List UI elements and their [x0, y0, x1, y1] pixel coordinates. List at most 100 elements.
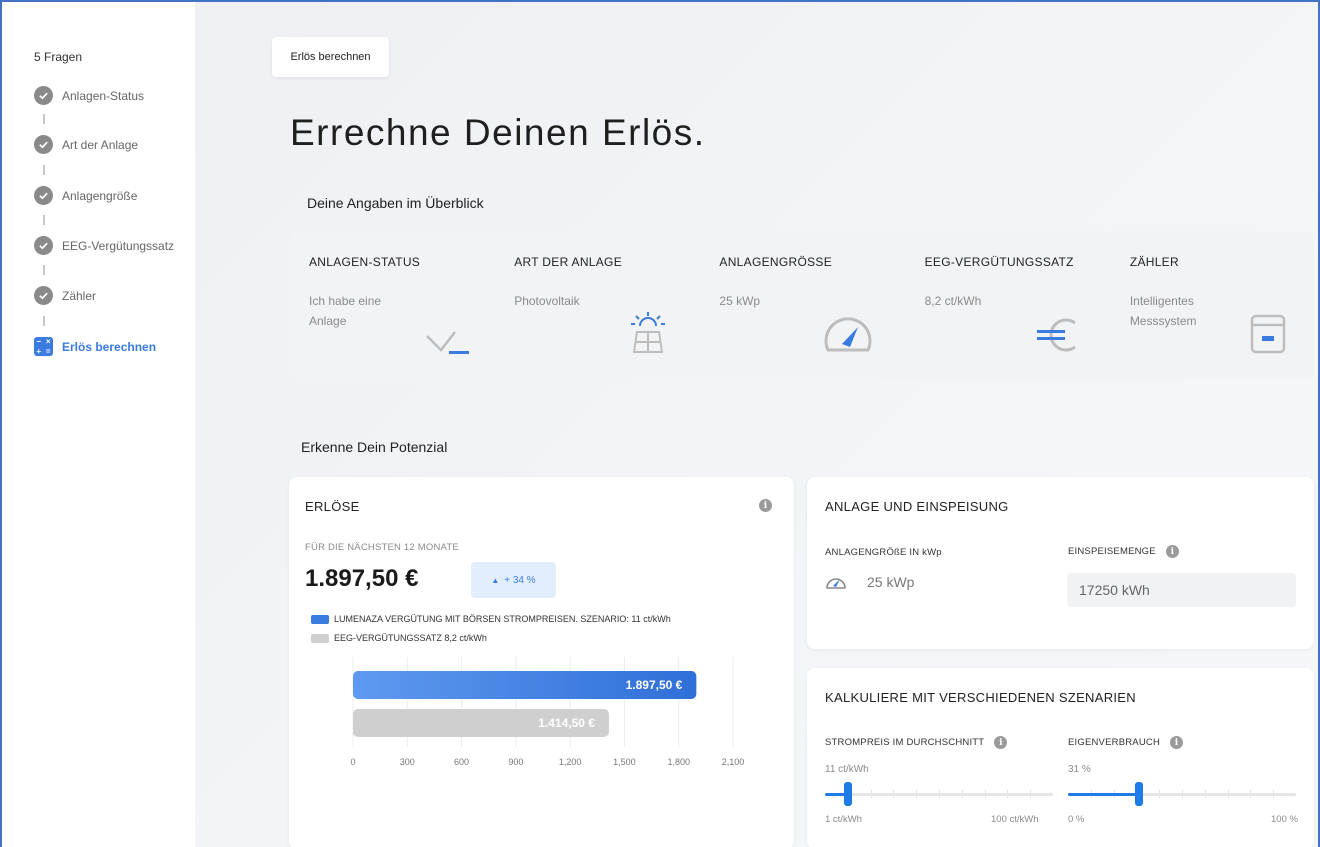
page-title: Errechne Deinen Erlös.	[290, 112, 706, 153]
sidebar-step-label: Erlös berechnen	[62, 339, 157, 354]
scenario-title: KALKULIERE MIT VERSCHIEDENEN SZENARIEN	[825, 690, 1136, 705]
price-label: STROMPREIS IM DURCHSCHNITT	[825, 737, 985, 748]
feed-amount-field[interactable]: 17250 kWh	[1067, 573, 1296, 607]
slider-tick	[1250, 790, 1252, 798]
change-badge: ▲ + 34 %	[471, 562, 556, 598]
check-circle-icon	[34, 86, 53, 105]
sidebar-step-anlagen-status[interactable]: Anlagen-Status	[34, 86, 144, 105]
legend-swatch-blue	[311, 615, 329, 625]
revenue-period: FÜR DIE NÄCHSTEN 12 MONATE	[305, 542, 459, 553]
legend-label: EEG-VERGÜTUNGSSATZ 8,2 ct/kWh	[334, 633, 487, 643]
revenue-chart: 0 300 600 900 1,200 1,500 1,800 2,100 1.897,50 €…	[350, 657, 745, 767]
feed-label-row: EINSPEISEMENGE i	[1068, 545, 1179, 558]
plant-size-label: ANLAGENGRÖßE IN kWp	[825, 547, 942, 558]
step-connector	[43, 316, 45, 326]
x-tick-label: 1,500	[613, 757, 636, 767]
sidebar: 5 Fragen Anlagen-Status Art der Anlage A…	[2, 2, 195, 847]
check-icon	[425, 326, 471, 361]
plant-size-value: 25 kWp	[867, 574, 915, 590]
slider-thumb[interactable]	[1134, 782, 1143, 806]
x-tick-label: 1,200	[559, 757, 582, 767]
slider-fill	[1068, 793, 1139, 796]
feed-label: EINSPEISEMENGE	[1068, 546, 1156, 557]
card-value: 8,2 ct/kWh	[924, 294, 982, 308]
slider-tick	[939, 790, 940, 798]
legend-label: LUMENAZA VERGÜTUNG MIT BÖRSEN STROMPREIS…	[334, 614, 671, 624]
x-tick-label: 2,100	[722, 757, 745, 767]
card-value: Intelligentes Messsystem	[1129, 294, 1197, 328]
consumption-min: 0 %	[1068, 814, 1085, 825]
bar-value-label: 1.897,50 €	[626, 678, 683, 692]
slider-tick	[1007, 790, 1009, 798]
card-label: EEG-VERGÜTUNGSSATZ	[924, 255, 1074, 269]
slider-tick	[916, 790, 918, 798]
arrow-up-icon: ▲	[491, 575, 500, 585]
slider-tick	[1227, 790, 1229, 798]
revenue-panel: ERLÖSE i FÜR DIE NÄCHSTEN 12 MONATE 1.89…	[289, 477, 794, 847]
step-connector	[43, 165, 45, 175]
consumption-label-row: EIGENVERBRAUCH i	[1068, 736, 1184, 749]
sidebar-step-label: Anlagengröße	[62, 188, 138, 203]
legend-item: EEG-VERGÜTUNGSSATZ 8,2 ct/kWh	[311, 633, 487, 644]
info-icon[interactable]: i	[994, 736, 1008, 749]
x-tick-label: 1,800	[667, 757, 690, 767]
sidebar-step-art-der-anlage[interactable]: Art der Anlage	[34, 135, 138, 154]
slider-tick	[893, 790, 895, 798]
plant-size: 25 kWp	[825, 574, 914, 590]
card-value: 25 kWp	[719, 294, 761, 308]
price-max: 100 ct/kWh	[991, 814, 1039, 825]
overview-card-anlagengroesse: ANLAGENGRÖSSE 25 kWp	[699, 231, 904, 379]
potential-title: Erkenne Dein Potenzial	[301, 439, 448, 455]
consumption-slider[interactable]	[1068, 782, 1296, 808]
check-circle-icon	[34, 286, 53, 305]
sidebar-step-zaehler[interactable]: Zähler	[34, 286, 96, 305]
info-icon[interactable]: i	[1170, 736, 1184, 749]
overview-card-art-der-anlage: ART DER ANLAGE Photovoltaik	[494, 231, 699, 379]
info-icon[interactable]: i	[759, 499, 772, 512]
step-connector	[43, 215, 45, 225]
slider-thumb[interactable]	[843, 782, 852, 806]
breadcrumb[interactable]: Erlös berechnen	[272, 37, 389, 77]
sidebar-step-label: Zähler	[62, 288, 97, 303]
overview-cards: ANLAGEN-STATUS Ich habe eine Anlage ART …	[289, 231, 1315, 379]
slider-tick	[984, 790, 986, 798]
change-value: + 34 %	[504, 574, 536, 586]
slider-tick	[1204, 790, 1206, 798]
sidebar-step-anlagengroesse[interactable]: Anlagengröße	[34, 186, 137, 205]
slider-tick	[1159, 790, 1161, 798]
card-label: ART DER ANLAGE	[514, 255, 622, 269]
slider-tick	[870, 790, 872, 798]
info-icon[interactable]: i	[1165, 545, 1179, 558]
step-connector	[43, 114, 45, 124]
overview-card-zaehler: ZÄHLER Intelligentes Messsystem	[1109, 231, 1315, 379]
card-label: ANLAGEN-STATUS	[309, 255, 421, 269]
gauge-icon	[822, 314, 874, 359]
check-circle-icon	[34, 236, 53, 255]
sidebar-step-eeg-verguetungssatz[interactable]: EEG-Vergütungssatz	[34, 236, 174, 255]
main-content: Erlös berechnen Errechne Deinen Erlös. D…	[195, 2, 1318, 847]
slider-tick	[1182, 790, 1183, 798]
meter-icon	[1250, 314, 1286, 359]
scenario-panel: KALKULIERE MIT VERSCHIEDENEN SZENARIEN S…	[807, 668, 1314, 847]
slider-tick	[1030, 790, 1032, 798]
sidebar-step-erloes-berechnen[interactable]: − × + = Erlös berechnen	[34, 337, 156, 356]
x-tick-label: 900	[508, 757, 523, 767]
card-label: ANLAGENGRÖSSE	[719, 255, 833, 269]
sidebar-step-label: Art der Anlage	[62, 137, 139, 152]
x-tick-label: 600	[454, 757, 469, 767]
price-slider[interactable]	[825, 782, 1053, 808]
calculator-icon: − × + =	[34, 337, 53, 356]
consumption-label: EIGENVERBRAUCH	[1068, 737, 1161, 748]
card-value: Ich habe eine Anlage	[309, 294, 382, 328]
question-count: 5 Fragen	[34, 50, 83, 64]
x-tick-label: 300	[400, 757, 415, 767]
euro-icon	[1035, 318, 1079, 357]
gauge-icon	[826, 578, 846, 589]
consumption-max: 100 %	[1271, 814, 1298, 825]
check-circle-icon	[34, 186, 53, 205]
price-min: 1 ct/kWh	[825, 814, 862, 825]
sidebar-step-label: EEG-Vergütungssatz	[62, 238, 175, 253]
solar-panel-icon	[628, 310, 668, 359]
price-value: 11 ct/kWh	[825, 764, 869, 775]
app-frame: 5 Fragen Anlagen-Status Art der Anlage A…	[0, 0, 1320, 847]
